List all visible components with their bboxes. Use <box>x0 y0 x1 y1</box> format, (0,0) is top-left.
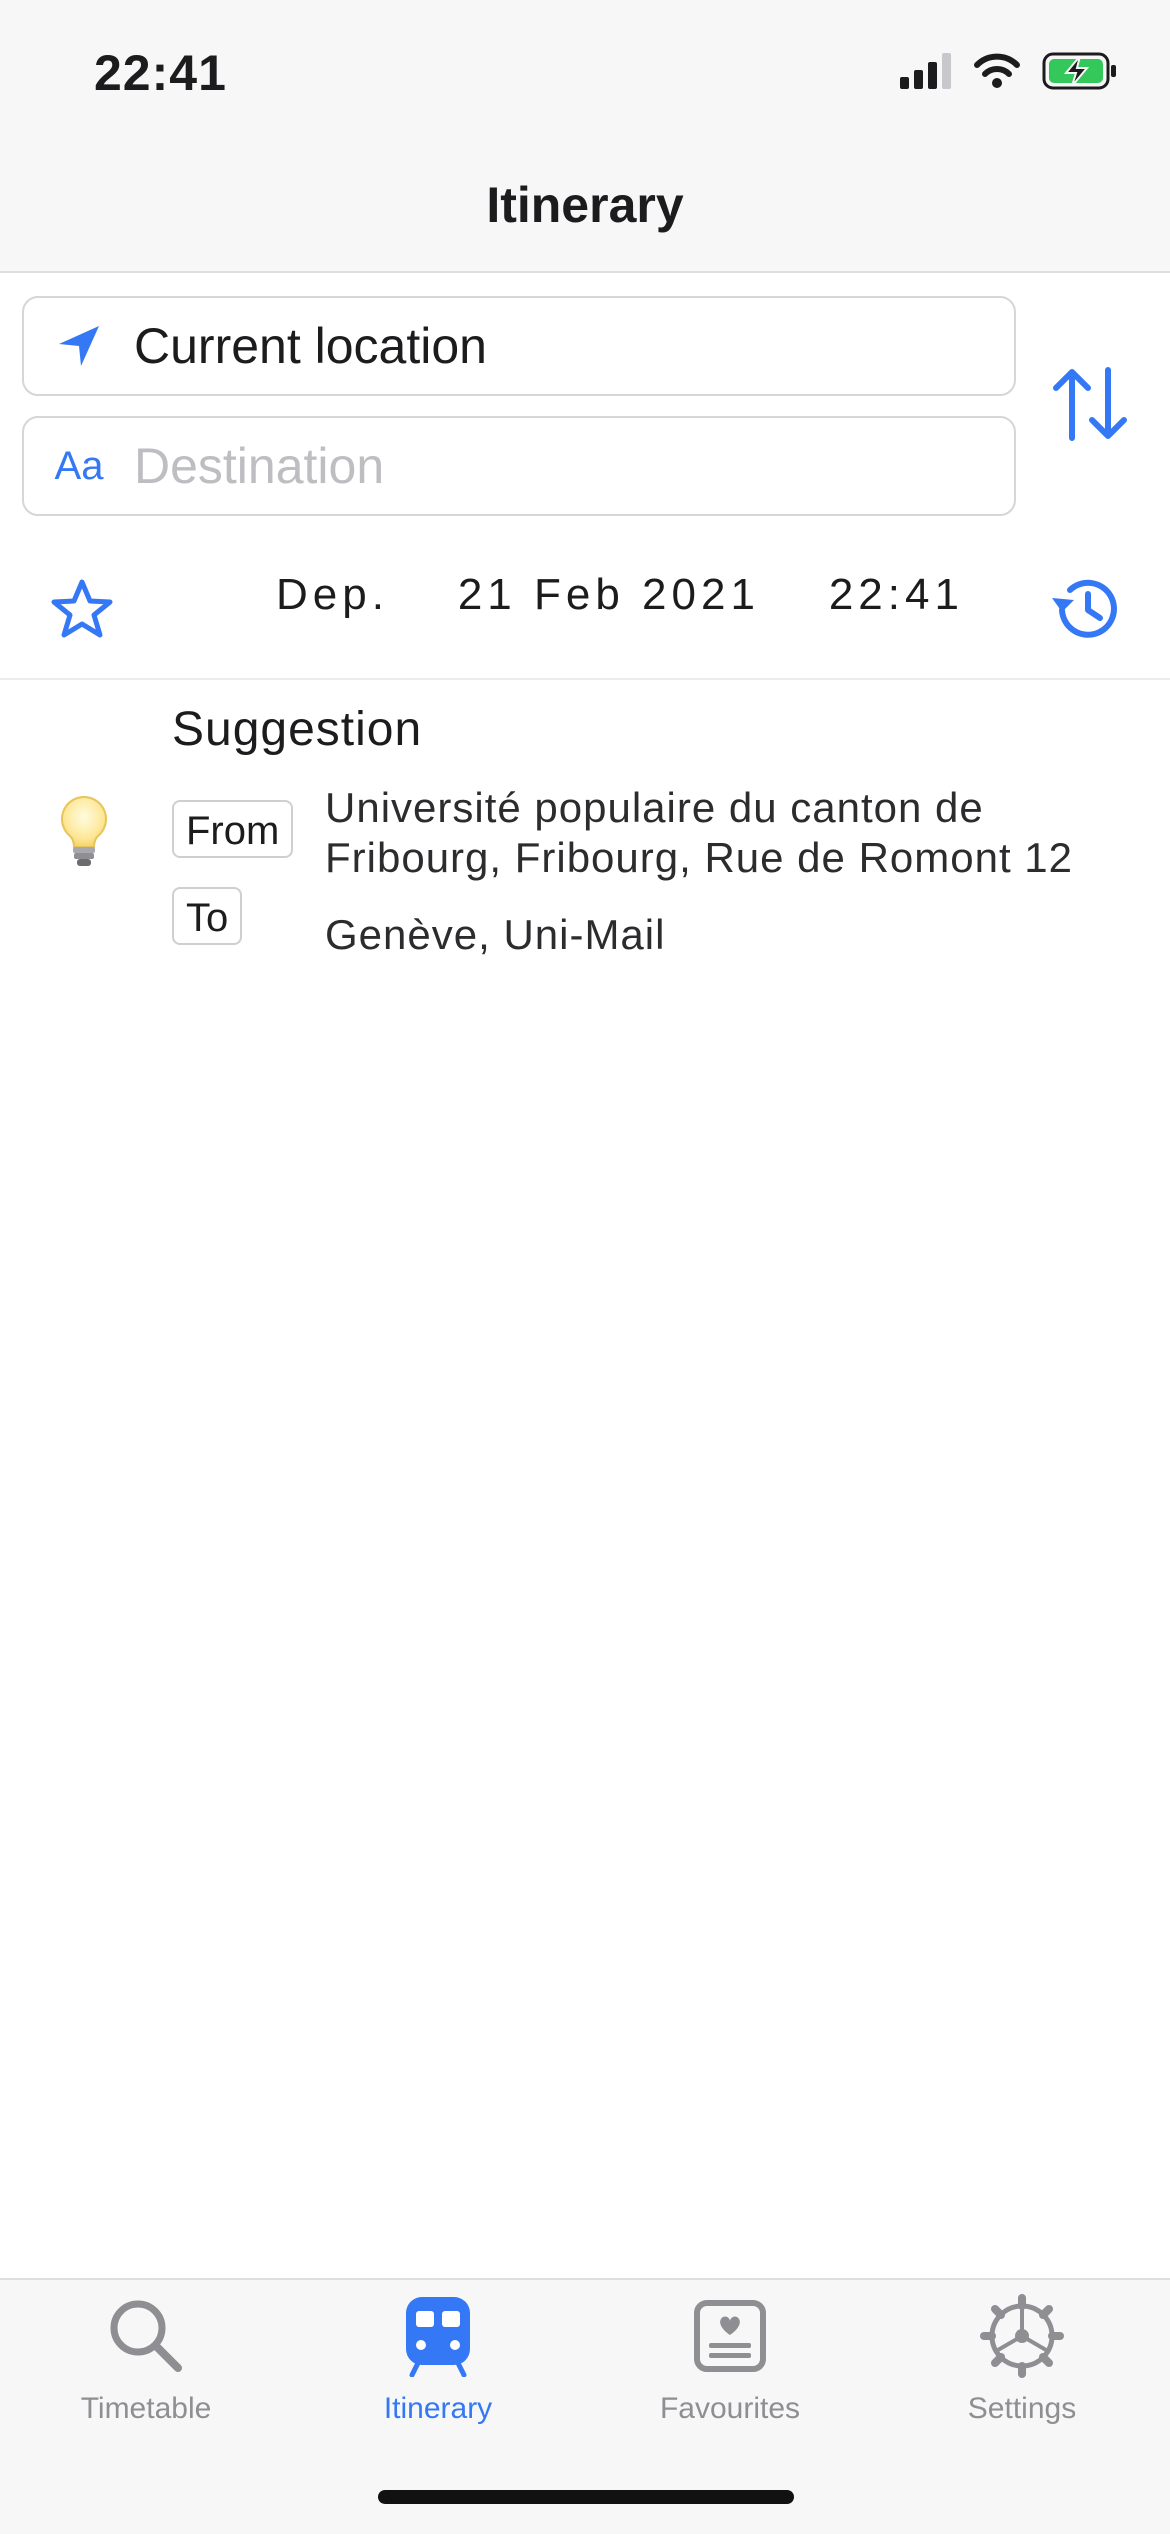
navigation-bar: Itinerary <box>0 140 1170 273</box>
origin-value: Current location <box>134 318 487 374</box>
gear-icon <box>980 2294 1064 2378</box>
swap-locations-button[interactable] <box>1050 366 1130 447</box>
suggestion-from-line1: Université populaire du canton de <box>325 784 984 831</box>
departure-date-time[interactable]: Dep. 21 Feb 2021 22:41 <box>276 570 964 620</box>
suggestion-to[interactable]: Genève, Uni-Mail <box>325 910 665 960</box>
page-title: Itinerary <box>486 177 684 233</box>
text-input-icon: Aa <box>54 443 104 488</box>
cellular-signal-icon <box>900 53 951 89</box>
location-arrow-icon <box>24 324 134 368</box>
tab-favourites[interactable]: Favourites <box>584 2280 876 2470</box>
tab-label: Favourites <box>659 2392 801 2425</box>
tab-itinerary[interactable]: Itinerary <box>292 2280 584 2470</box>
swap-arrows-icon <box>1053 367 1127 441</box>
tab-label: Settings <box>967 2392 1077 2425</box>
tab-label: Timetable <box>80 2392 212 2425</box>
suggestion-from-line2: Fribourg, Fribourg, Rue de Romont 12 <box>325 834 1074 881</box>
history-clock-icon <box>1052 579 1117 638</box>
favourite-button[interactable] <box>50 578 114 645</box>
status-time: 22:41 <box>94 45 227 101</box>
suggestion-title: Suggestion <box>172 703 423 756</box>
history-button[interactable] <box>1050 576 1118 645</box>
train-icon <box>404 2294 472 2378</box>
to-tag: To <box>172 887 243 945</box>
date-bar: Dep. 21 Feb 2021 22:41 <box>0 540 1170 680</box>
destination-field[interactable]: Aa Destination <box>22 416 1016 516</box>
search-icon <box>106 2294 186 2378</box>
tab-timetable[interactable]: Timetable <box>0 2280 292 2470</box>
from-tag: From <box>172 800 294 858</box>
battery-charging-icon <box>1042 52 1116 90</box>
tab-settings[interactable]: Settings <box>876 2280 1168 2470</box>
lightbulb-icon <box>58 795 110 874</box>
status-icons <box>900 52 1118 90</box>
suggestion-from[interactable]: Université populaire du canton de Fribou… <box>325 783 1073 883</box>
wifi-icon <box>974 53 1020 88</box>
star-icon <box>51 579 113 638</box>
favourites-icon <box>693 2294 767 2378</box>
tab-label: Itinerary <box>383 2392 493 2425</box>
destination-placeholder: Destination <box>134 438 385 494</box>
status-bar: 22:41 <box>0 0 1170 140</box>
home-indicator <box>378 2490 794 2504</box>
origin-field[interactable]: Current location <box>22 296 1016 396</box>
